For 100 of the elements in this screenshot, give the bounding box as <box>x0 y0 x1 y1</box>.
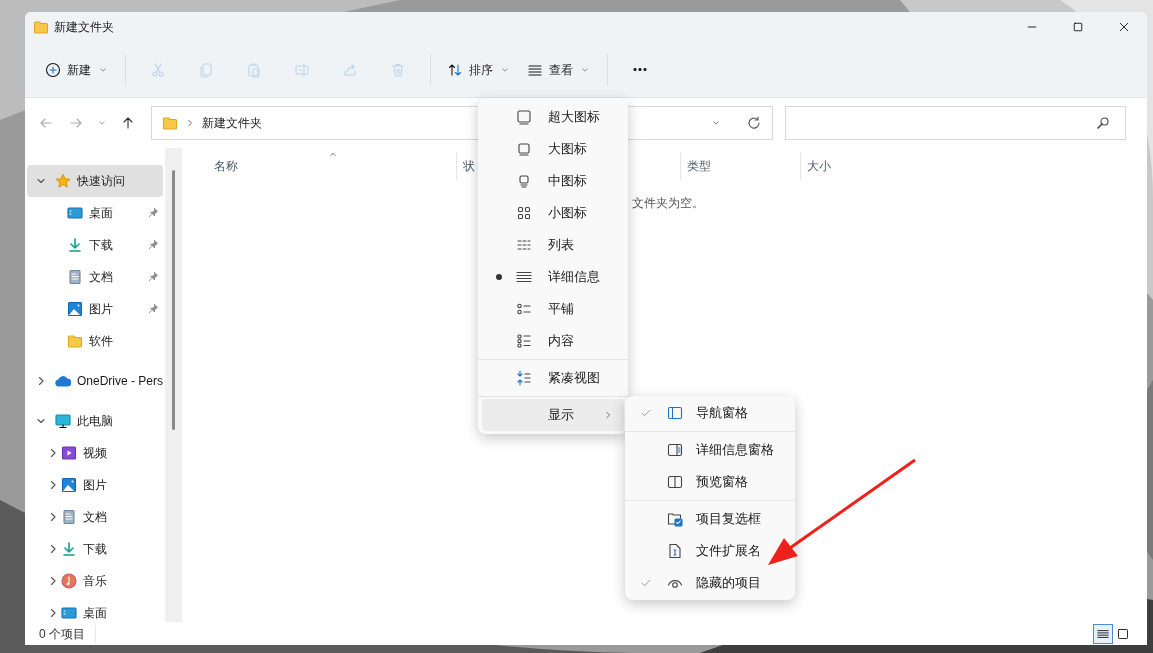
desktop-icon <box>61 605 77 621</box>
menu-item[interactable]: 小图标 <box>482 197 624 229</box>
search-field[interactable] <box>785 106 1126 140</box>
menu-label: 详细信息 <box>548 268 601 287</box>
nav-item[interactable]: 图片 <box>27 469 163 501</box>
menu-item[interactable]: 详细信息窗格 <box>625 434 795 466</box>
menu-item[interactable]: 项目复选框 <box>625 503 795 535</box>
menu-item[interactable]: 列表 <box>482 229 624 261</box>
menu-item[interactable]: 详细信息 <box>482 261 624 293</box>
image-icon <box>61 477 77 493</box>
view-button[interactable]: 查看 <box>519 51 599 88</box>
download-icon <box>61 541 77 557</box>
star-icon <box>55 173 71 189</box>
menu-label: 显示 <box>548 406 575 425</box>
pane-icon <box>667 442 683 458</box>
view-mode-icon <box>516 173 532 189</box>
cloud-icon <box>55 373 71 389</box>
nav-item[interactable]: 下载 <box>27 533 163 565</box>
menu-item[interactable]: 隐藏的项目 <box>625 567 795 599</box>
nav-label: 桌面 <box>83 605 108 622</box>
video-icon <box>61 445 77 461</box>
menu-label: 项目复选框 <box>696 510 761 529</box>
address-path[interactable]: 新建文件夹 <box>202 114 262 132</box>
menu-label: 紧凑视图 <box>548 369 601 388</box>
monitor-icon <box>55 413 71 429</box>
menu-item[interactable]: 文件扩展名 <box>625 535 795 567</box>
menu-item[interactable]: 预览窗格 <box>625 466 795 498</box>
nav-item[interactable]: 桌面 <box>27 197 163 229</box>
nav-item[interactable]: 下载 <box>27 229 163 261</box>
nav-item[interactable]: 此电脑 <box>27 405 163 437</box>
nav-item[interactable]: 文档 <box>27 261 163 293</box>
square-icon <box>1117 627 1129 640</box>
view-mode-icon <box>516 301 532 317</box>
menu-item[interactable]: 平铺 <box>482 293 624 325</box>
folder-icon <box>162 115 178 131</box>
column-header[interactable]: 大小 <box>800 152 880 180</box>
plus-icon <box>45 61 61 78</box>
nav-item[interactable]: 图片 <box>27 293 163 325</box>
nav-item[interactable]: 软件 <box>27 325 163 357</box>
menu-item[interactable]: 导航窗格 <box>625 397 795 429</box>
menu-label: 详细信息窗格 <box>696 441 774 460</box>
more-icon <box>632 68 648 71</box>
refresh-icon <box>746 115 762 131</box>
scrollbar-thumb[interactable] <box>172 170 175 430</box>
maximize-icon <box>1072 21 1084 33</box>
pin-icon <box>147 239 159 251</box>
document-icon <box>67 269 83 285</box>
details-view-button[interactable] <box>1093 623 1113 644</box>
new-button[interactable]: 新建 <box>37 51 117 88</box>
details-icon <box>1097 627 1109 640</box>
nav-label: 视频 <box>83 445 108 462</box>
pane-icon <box>667 543 683 559</box>
column-header[interactable]: 类型 <box>680 152 800 180</box>
sort-button[interactable]: 排序 <box>439 51 519 88</box>
menu-label: 超大图标 <box>548 108 601 127</box>
menu-label: 小图标 <box>548 204 588 223</box>
nav-item[interactable]: 视频 <box>27 437 163 469</box>
nav-label: 下载 <box>83 541 108 558</box>
menu-item[interactable]: 中图标 <box>482 165 624 197</box>
nav-label: 图片 <box>89 301 114 318</box>
nav-label: 图片 <box>83 477 108 494</box>
nav-label: 下载 <box>89 237 114 254</box>
trash-icon <box>390 61 406 78</box>
menu-label: 大图标 <box>548 140 588 159</box>
copy-icon <box>198 61 214 78</box>
nav-item[interactable]: 快速访问 <box>27 165 163 197</box>
nav-label: 音乐 <box>83 573 108 590</box>
nav-item[interactable]: 音乐 <box>27 565 163 597</box>
nav-label: 软件 <box>89 333 114 350</box>
check-icon <box>640 407 652 419</box>
nav-label: OneDrive - Pers <box>77 373 163 390</box>
nav-label: 此电脑 <box>77 413 114 430</box>
view-mode-icon <box>516 333 532 349</box>
menu-label: 列表 <box>548 236 575 255</box>
column-header[interactable]: 名称 <box>214 152 456 180</box>
window-title: 新建文件夹 <box>54 19 115 36</box>
nav-label: 文档 <box>83 509 108 526</box>
menu-label: 文件扩展名 <box>696 542 761 561</box>
search-icon <box>1095 115 1111 131</box>
view-mode-icon <box>516 141 532 157</box>
menu-label: 中图标 <box>548 172 588 191</box>
menu-item[interactable]: 显示 <box>482 399 624 431</box>
view-mode-icon <box>516 269 532 285</box>
pin-icon <box>147 207 159 219</box>
desktop-icon <box>67 205 83 221</box>
nav-item[interactable]: 文档 <box>27 501 163 533</box>
nav-item[interactable]: OneDrive - Pers <box>27 365 163 397</box>
pane-icon <box>667 511 683 527</box>
menu-label: 预览窗格 <box>696 473 748 492</box>
menu-item[interactable]: 内容 <box>482 325 624 357</box>
menu-item[interactable]: 紧凑视图 <box>482 362 624 394</box>
menu-label: 导航窗格 <box>696 404 748 423</box>
music-icon <box>61 573 77 589</box>
clipboard-icon <box>246 61 262 78</box>
check-icon <box>640 577 652 589</box>
menu-label: 隐藏的项目 <box>696 574 761 593</box>
menu-label: 内容 <box>548 332 575 351</box>
folder-icon <box>33 19 49 35</box>
document-icon <box>61 509 77 525</box>
close-icon <box>1118 21 1130 33</box>
